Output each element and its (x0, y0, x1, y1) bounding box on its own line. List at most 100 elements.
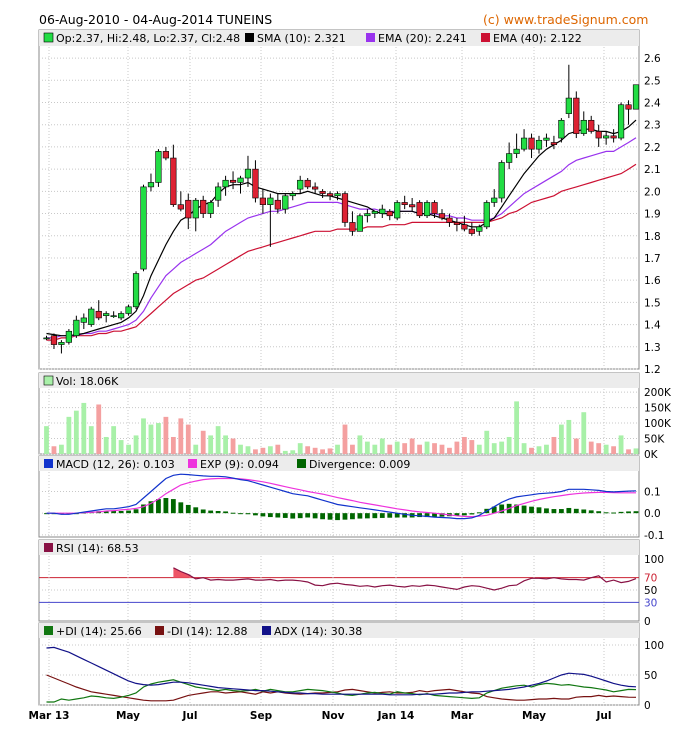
candle-down (319, 191, 326, 194)
volume-bar (603, 444, 609, 454)
rsi-legend-swatch (44, 543, 53, 552)
price-tick-label: 2.3 (644, 120, 661, 132)
x-tick-label: Mar (451, 710, 475, 722)
x-tick-label: Mar 13 (29, 710, 70, 722)
candle-up (334, 193, 341, 197)
volume-bar (73, 410, 79, 454)
volume-bar (290, 450, 296, 454)
volume-bar (469, 440, 475, 454)
volume-bar (335, 444, 340, 454)
volume-bar (230, 438, 236, 454)
volume-bar (476, 444, 482, 454)
divergence-bar (521, 505, 527, 514)
volume-bar (394, 441, 400, 454)
candle-down (162, 151, 169, 159)
macd-legend-swatch (44, 459, 53, 468)
price-tick-label: 2.1 (644, 164, 661, 176)
volume-bar (536, 446, 542, 454)
volume-bar (461, 436, 467, 454)
stock-chart: 06-Aug-2010 - 04-Aug-2014 TUNEINS (c) ww… (29, 12, 673, 722)
sma-legend: SMA (10): 2.321 (257, 32, 346, 45)
volume-bar (253, 449, 258, 454)
candle-up (423, 202, 431, 217)
price-tick-label: 1.8 (644, 231, 661, 243)
volume-bar (163, 416, 169, 454)
divergence-bar (350, 513, 355, 520)
divergence-bar (260, 513, 266, 517)
candle-down (341, 193, 349, 223)
divergence-legend: Divergence: 0.009 (309, 458, 410, 471)
divergence-bar (342, 513, 348, 520)
x-tick-label: May (522, 710, 546, 722)
candle-down (304, 179, 311, 188)
volume-bar (208, 435, 214, 454)
rsi-tick-label: 70 (644, 573, 657, 585)
candle-down (610, 135, 617, 139)
volume-bar (379, 438, 385, 454)
candle-down (438, 213, 446, 219)
volume-bar (566, 419, 572, 454)
volume-bar (223, 435, 228, 454)
candle-up (73, 319, 80, 336)
price-tick-label: 1.9 (644, 209, 661, 221)
divergence-bar (335, 513, 340, 521)
candle-down (274, 199, 281, 210)
price-tick-label: 1.7 (644, 253, 661, 265)
volume-y-ticks: 0K 50K 100K 150K 200K (644, 387, 672, 461)
candle-up (192, 199, 199, 219)
price-tick-label: 2.5 (644, 75, 661, 87)
candle-up (282, 195, 289, 210)
rsi-y-ticks: 0 5070 100 30 (644, 554, 664, 628)
rsi-legend: RSI (14): 68.53 (56, 542, 139, 555)
volume-bar (499, 441, 505, 454)
candle-up (476, 226, 483, 232)
volume-bar (193, 444, 199, 454)
candle-up (267, 197, 274, 205)
plus-di-legend-swatch (44, 626, 53, 635)
volume-bar (185, 424, 191, 454)
volume-bar (282, 450, 288, 454)
adx-legend-swatch (262, 626, 271, 635)
candle-down (170, 157, 177, 205)
volume-panel: 0K 50K 100K 150K 200K Vol: 18.06K (38, 372, 672, 461)
candle-down (550, 142, 558, 146)
candle-up (58, 342, 65, 345)
ema40-legend: EMA (40): 2.122 (493, 32, 582, 45)
candle-up (565, 97, 572, 114)
volume-bar (417, 444, 423, 454)
divergence-bar (327, 513, 333, 520)
candle-up (558, 119, 565, 139)
divergence-bar (245, 513, 251, 515)
x-tick-label: Jan 14 (377, 710, 415, 722)
dmi-tick-label: 100 (644, 640, 664, 652)
price-y-ticks: 1.2 1.3 1.4 1.5 1.6 1.7 1.8 1.9 2.0 2.1 2.2 2.3 2.4 2… (644, 53, 661, 376)
divergence-bar (111, 511, 117, 514)
candle-down (200, 199, 207, 214)
candle-up (125, 306, 132, 314)
candle-down (50, 335, 58, 345)
divergence-bar (267, 513, 273, 518)
divergence-bar (193, 507, 199, 514)
candle-down (595, 131, 602, 139)
volume-bar (238, 444, 243, 454)
divergence-bar (364, 513, 370, 519)
candle-down (401, 202, 408, 205)
candle-up (289, 193, 296, 197)
divergence-bar (170, 499, 176, 514)
volume-bar (96, 404, 102, 454)
copyright-link[interactable]: (c) www.tradeSignum.com (483, 12, 648, 27)
volume-bar (558, 424, 564, 454)
volume-bar (141, 418, 146, 454)
divergence-bar (238, 513, 243, 515)
dmi-tick-label: 0 (644, 700, 651, 712)
volume-bar (156, 423, 161, 454)
candle-up (617, 104, 625, 139)
candle-up (132, 273, 140, 308)
divergence-bar (573, 508, 579, 514)
rsi-tick-label: 0 (644, 616, 651, 628)
chart-title: 06-Aug-2010 - 04-Aug-2014 TUNEINS (39, 12, 272, 27)
divergence-bar (476, 512, 482, 514)
candle-down (312, 186, 319, 190)
divergence-bar (633, 511, 639, 514)
candle-up (371, 211, 378, 214)
